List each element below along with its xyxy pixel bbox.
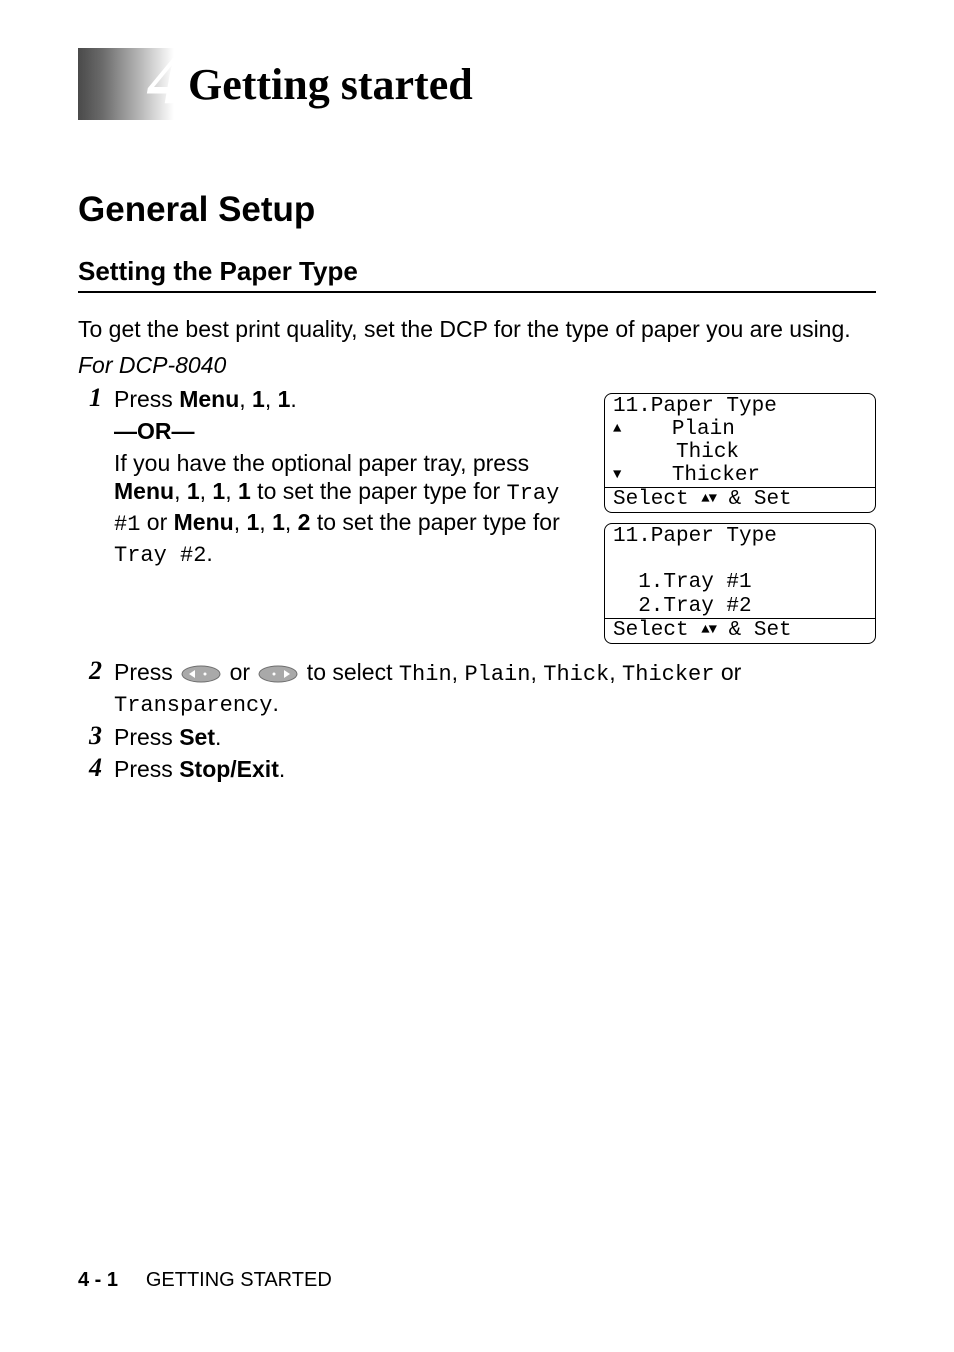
step-2-transparency: Transparency xyxy=(114,693,272,718)
page-number: 4 - 1 xyxy=(78,1269,118,1291)
step-1-line2-menu: Menu xyxy=(114,478,174,504)
page-footer: 4 - 1 GETTING STARTED xyxy=(78,1269,332,1292)
chapter-number: 4 xyxy=(148,38,184,121)
step-2-a: Press xyxy=(114,659,179,685)
step-number-1: 1 xyxy=(78,385,114,570)
step-3-set: Set xyxy=(179,724,215,750)
step-2-b: or xyxy=(223,659,256,685)
step-1-line2h: to set the paper type for xyxy=(251,478,507,504)
chapter-title: Getting started xyxy=(188,59,473,110)
step-number-2: 2 xyxy=(78,658,114,720)
step-1-line2m: 1 xyxy=(272,509,285,535)
nav-right-icon xyxy=(258,665,298,683)
step-2-plain: Plain xyxy=(464,662,530,687)
step-1-line2p: to set the paper type for xyxy=(310,509,559,535)
lcd1-line4: Thicker xyxy=(621,464,760,487)
step-2-c3: , xyxy=(609,659,622,685)
lcd2-footer-a: Select xyxy=(613,619,701,642)
step-1-line2g: 1 xyxy=(238,478,251,504)
step-1-line2f: , xyxy=(225,478,238,504)
step-number-3: 3 xyxy=(78,723,114,751)
step-3-period: . xyxy=(215,724,221,750)
lcd1-footer-b: & Set xyxy=(716,488,792,511)
step-1-line2j: , xyxy=(234,509,247,535)
lcd2-line2 xyxy=(613,548,867,571)
section-title: General Setup xyxy=(78,190,876,230)
lcd1-footer-a: Select xyxy=(613,488,701,511)
step-2-body: Press or to select Thin, Plain, Thick, T… xyxy=(114,658,876,720)
step-2-thin: Thin xyxy=(399,662,452,687)
step-1-c2: , xyxy=(265,386,278,412)
step-1-line2k: 1 xyxy=(246,509,259,535)
step-2-thick: Thick xyxy=(543,662,609,687)
step-1-line2b: , xyxy=(174,478,187,504)
step-1-menu: Menu xyxy=(179,386,239,412)
step-1-line2a: If you have the optional paper tray, pre… xyxy=(114,450,529,476)
footer-label: GETTING STARTED xyxy=(146,1269,332,1291)
lcd2-line4: 2.Tray #2 xyxy=(613,595,867,618)
step-4-period: . xyxy=(279,756,285,782)
subsection-title: Setting the Paper Type xyxy=(78,256,876,293)
step-1-period: . xyxy=(290,386,296,412)
step-2-d: or xyxy=(714,659,741,685)
lcd1-line2: Plain xyxy=(621,418,734,441)
step-4: 4 Press Stop/Exit. xyxy=(78,755,876,783)
step-1-body: Press Menu, 1, 1. —OR— If you have the o… xyxy=(114,385,590,570)
step-3-body: Press Set. xyxy=(114,723,221,751)
step-2-thicker: Thicker xyxy=(622,662,714,687)
step-1-n1: 1 xyxy=(252,386,265,412)
triangle-updown-icon xyxy=(701,619,716,642)
step-3-a: Press xyxy=(114,724,179,750)
model-note: For DCP-8040 xyxy=(78,352,876,379)
lcd2-footer-b: & Set xyxy=(716,619,792,642)
lcd1-line1: 11.Paper Type xyxy=(613,395,867,418)
step-1-line2d: , xyxy=(200,478,213,504)
step-1-text-press: Press xyxy=(114,386,179,412)
step-1-c1: , xyxy=(239,386,252,412)
step-1-line2l: , xyxy=(259,509,272,535)
intro-text: To get the best print quality, set the D… xyxy=(78,315,876,344)
lcd-display-2: 11.Paper Type 1.Tray #1 2.Tray #2 Select… xyxy=(604,523,876,643)
step-3: 3 Press Set. xyxy=(78,723,876,751)
step-1-line2o: 2 xyxy=(298,509,311,535)
step-1-line2e: 1 xyxy=(212,478,225,504)
step-4-body: Press Stop/Exit. xyxy=(114,755,285,783)
step-number-4: 4 xyxy=(78,755,114,783)
step-4-a: Press xyxy=(114,756,179,782)
lcd2-line1: 11.Paper Type xyxy=(613,525,867,548)
nav-left-icon xyxy=(181,665,221,683)
or-dash-right: — xyxy=(172,418,195,444)
step-1-n2: 1 xyxy=(278,386,291,412)
step-2-c1: , xyxy=(452,659,465,685)
step-1-line2-menu2: Menu xyxy=(174,509,234,535)
lcd-display-1: 11.Paper Type Plain Thick Thicker Select… xyxy=(604,393,876,513)
step-2-c2: , xyxy=(530,659,543,685)
or-dash-left: — xyxy=(114,418,137,444)
step-2-period: . xyxy=(272,690,278,716)
steps-container: 1 Press Menu, 1, 1. —OR— If you have the… xyxy=(78,385,876,654)
step-1-tray2: Tray #2 xyxy=(114,543,206,568)
step-4-stopexit: Stop/Exit xyxy=(179,756,279,782)
step-1-line2n: , xyxy=(285,509,298,535)
step-1: 1 Press Menu, 1, 1. —OR— If you have the… xyxy=(78,385,590,570)
chapter-number-box: 4 xyxy=(78,48,174,120)
step-1-line2q: . xyxy=(206,540,212,566)
chapter-header: 4 Getting started xyxy=(78,48,876,120)
step-1-line2c: 1 xyxy=(187,478,200,504)
step-2-c: to select xyxy=(300,659,398,685)
triangle-updown-icon xyxy=(701,488,716,511)
or-text: OR xyxy=(137,418,172,444)
lcd1-line3: Thick xyxy=(613,441,867,464)
lcd2-line3: 1.Tray #1 xyxy=(613,571,867,594)
step-2: 2 Press or to select Thin, Plain, Thick,… xyxy=(78,658,876,720)
step-1-line2i: or xyxy=(140,509,173,535)
